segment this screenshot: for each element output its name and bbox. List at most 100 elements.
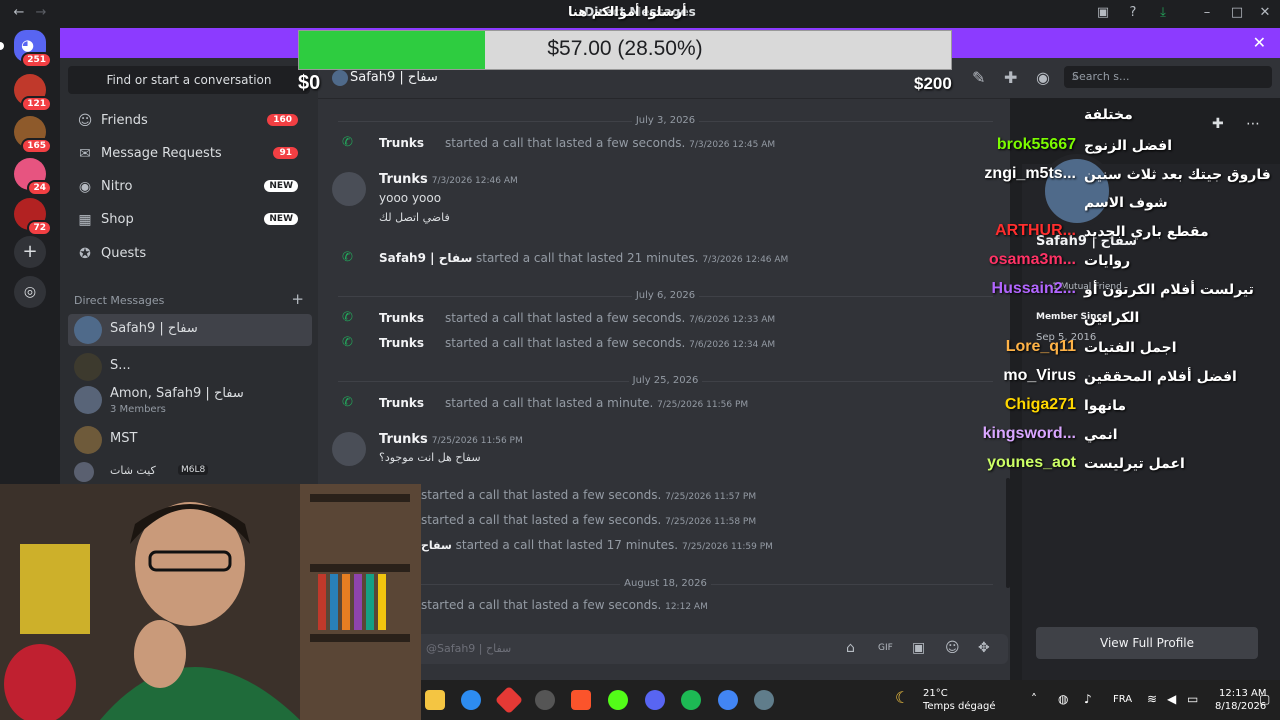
composer-placeholder: @Safah9 | سفاح <box>426 642 512 655</box>
discord-icon[interactable] <box>645 690 665 710</box>
server-icon[interactable]: 72 <box>14 198 52 236</box>
shop-icon: ▦ <box>78 212 92 228</box>
stream-chat-username: kingsword... <box>982 425 1076 442</box>
inbox-icon[interactable]: ▣ <box>1094 4 1112 22</box>
dm-item[interactable]: كيت شات M6L8 <box>68 460 312 484</box>
call-text: started a call that lasted a few seconds… <box>445 336 686 350</box>
timestamp: 7/6/2026 12:34 AM <box>689 340 776 350</box>
weather-temp[interactable]: 21°C <box>923 688 948 699</box>
apps-icon[interactable]: ✥ <box>978 640 990 656</box>
server-icon[interactable]: 24 <box>14 158 52 196</box>
close-icon[interactable]: ✕ <box>1253 33 1266 52</box>
add-friend-icon[interactable]: ✚ <box>1004 68 1017 87</box>
date-label: July 25, 2026 <box>628 375 703 386</box>
stream-chat-message: روايات <box>1084 253 1131 269</box>
call-text: started a call that lasted a few seconds… <box>445 136 686 150</box>
language-indicator[interactable]: FRA <box>1113 694 1132 705</box>
wifi-icon[interactable]: ≋ <box>1147 692 1157 706</box>
message-author[interactable]: Trunks 7/3/2026 12:46 AM <box>379 172 518 187</box>
server-badge: 24 <box>27 180 52 196</box>
avatar[interactable] <box>332 172 366 206</box>
stream-chat-message: اجمل الفتيات <box>1084 340 1177 356</box>
caller-name[interactable]: Trunks <box>379 311 424 325</box>
chevron-up-icon[interactable]: ˄ <box>1031 692 1037 706</box>
progress-text: $57.00 (28.50%) <box>547 37 703 60</box>
download-icon[interactable]: ⤓ <box>1154 4 1172 22</box>
stream-chat-message: الكراتين <box>1084 310 1140 326</box>
app-icon[interactable] <box>535 690 555 710</box>
find-conversation-button[interactable]: Find or start a conversation <box>68 66 310 94</box>
gift-icon[interactable]: ⌂ <box>846 640 855 656</box>
minimize-icon[interactable]: – <box>1198 4 1216 22</box>
tray-icon[interactable]: ◍ <box>1058 692 1068 706</box>
weather-desc[interactable]: Temps dégagé <box>923 701 996 712</box>
help-app-icon[interactable] <box>461 690 481 710</box>
avatar <box>332 70 348 86</box>
emoji-icon[interactable]: ☺ <box>945 640 960 656</box>
home-button[interactable]: ◕ 251 <box>0 30 52 68</box>
add-server-icon[interactable]: + <box>14 236 46 268</box>
nav-message-requests[interactable]: ✉ Message Requests 91 <box>68 138 310 170</box>
settings-icon[interactable] <box>754 690 774 710</box>
add-friend-icon[interactable]: ✚ <box>1212 116 1224 132</box>
more-icon[interactable]: ⋯ <box>1246 116 1260 132</box>
stream-chat-message: فاروق جيتك بعد ثلاث سنين <box>1084 167 1271 183</box>
nav-quests[interactable]: ✪ Quests <box>68 238 310 270</box>
kick-icon[interactable] <box>608 690 628 710</box>
webcam-image <box>0 484 421 720</box>
nav-label: Message Requests <box>101 146 222 161</box>
view-full-profile-button[interactable]: View Full Profile <box>1036 627 1258 659</box>
avatar <box>74 426 102 454</box>
caller-name[interactable]: Trunks <box>379 396 424 410</box>
close-window-icon[interactable]: ✕ <box>1256 4 1274 22</box>
scrollbar[interactable] <box>1006 478 1010 588</box>
file-explorer-icon[interactable] <box>425 690 445 710</box>
spotify-icon[interactable] <box>681 690 701 710</box>
nav-friends[interactable]: ☺ Friends 160 <box>68 105 310 137</box>
gif-icon[interactable]: GIF <box>878 643 893 653</box>
caller-name[interactable]: Safah9 | سفاح <box>379 251 472 265</box>
date-label: July 3, 2026 <box>631 115 700 126</box>
message-author[interactable]: Trunks 7/25/2026 11:56 PM <box>379 432 523 447</box>
stream-chat-username: Hussain2... <box>991 280 1076 297</box>
dm-item[interactable]: S... <box>68 351 312 383</box>
battery-icon[interactable]: ▭ <box>1187 692 1198 706</box>
search-input[interactable]: Search s... ⌕ <box>1064 66 1272 88</box>
dm-name: Safah9 | سفاح <box>110 321 198 336</box>
maximize-icon[interactable]: □ <box>1228 4 1246 22</box>
message-composer[interactable]: @Safah9 | سفاح ⌂ GIF ▣ ☺ ✥ <box>334 634 1008 664</box>
app-icon[interactable] <box>494 685 524 715</box>
new-badge: NEW <box>264 213 298 225</box>
user-profile-icon[interactable]: ◉ <box>1036 68 1050 87</box>
stream-chat-message: مانهوا <box>1084 398 1126 414</box>
server-icon[interactable]: 121 <box>14 74 52 112</box>
mail-icon: ✉ <box>79 146 91 162</box>
phone-icon: ✆ <box>342 395 353 410</box>
date-separator: July 6, 2026 <box>338 290 993 309</box>
back-arrow-icon[interactable]: ← <box>10 4 28 22</box>
pin-icon[interactable]: ✎ <box>972 68 985 87</box>
notification-icon[interactable]: ▢ <box>1259 692 1270 706</box>
microphone-icon[interactable]: ♪ <box>1084 692 1092 706</box>
caller-name[interactable]: Trunks <box>379 136 424 150</box>
volume-icon[interactable]: ◀ <box>1167 692 1176 706</box>
create-dm-icon[interactable]: + <box>291 290 304 308</box>
sticker-icon[interactable]: ▣ <box>912 640 925 656</box>
nav-shop[interactable]: ▦ Shop NEW <box>68 204 310 236</box>
date-separator: July 3, 2026 <box>338 115 993 134</box>
server-icon[interactable]: 165 <box>14 116 52 154</box>
forward-arrow-icon[interactable]: → <box>32 4 50 22</box>
donation-max: $200 <box>914 74 952 93</box>
dm-item[interactable]: Amon, Safah9 | سفاح 3 Members <box>68 384 312 416</box>
nav-nitro[interactable]: ◉ Nitro NEW <box>68 171 310 203</box>
caller-name[interactable]: سفاح <box>421 539 452 552</box>
discover-icon[interactable]: ◎ <box>14 276 46 308</box>
dm-item[interactable]: MST <box>68 424 312 456</box>
brave-icon[interactable] <box>571 690 591 710</box>
help-icon[interactable]: ? <box>1124 4 1142 22</box>
chrome-icon[interactable] <box>718 690 738 710</box>
caller-name[interactable]: Trunks <box>379 336 424 350</box>
message-text: سفاح هل انت موجود؟ <box>379 451 481 464</box>
dm-item[interactable]: Safah9 | سفاح <box>68 314 312 346</box>
avatar[interactable] <box>332 432 366 466</box>
